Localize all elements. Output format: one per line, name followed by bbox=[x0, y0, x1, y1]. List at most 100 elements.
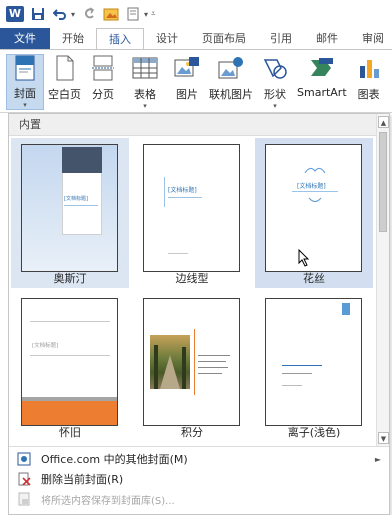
title-rule bbox=[64, 205, 98, 206]
cover-label: 怀旧 bbox=[59, 426, 81, 439]
cover-label: 边线型 bbox=[175, 272, 209, 285]
cover-filigree[interactable]: [文档标题] 花丝 bbox=[255, 138, 373, 288]
blank-page-button[interactable]: 空白页 bbox=[44, 54, 85, 110]
ribbon-insert: 封面 ▾ 空白页 分页 表格 ▾ 图片 联机图片 形状 ▾ SmartArt 图… bbox=[0, 49, 392, 113]
cover-banner bbox=[62, 147, 102, 173]
chevron-down-icon: ▾ bbox=[273, 102, 277, 110]
smartart-icon bbox=[308, 54, 336, 82]
online-picture-label: 联机图片 bbox=[209, 88, 253, 101]
blank-page-label: 空白页 bbox=[48, 88, 81, 101]
quick-access-toolbar: W ▾ ▾ ⩡ bbox=[0, 0, 392, 28]
text-rule bbox=[198, 367, 228, 368]
blank-page-icon bbox=[51, 54, 79, 82]
more-covers-label: Office.com 中的其他封面(M) bbox=[41, 453, 188, 466]
year-tab bbox=[342, 303, 350, 315]
scroll-down-icon[interactable]: ▼ bbox=[378, 432, 389, 444]
cover-title: [文档标题] bbox=[168, 187, 197, 194]
cover-title: [文档标题] bbox=[32, 343, 59, 349]
gallery-grid: [文档标题] 奥斯汀 [文档标题] 边线型 [文档标题] 花丝 [文档标题] 怀… bbox=[9, 136, 377, 446]
footer-rule bbox=[168, 253, 188, 254]
customize-icon[interactable]: ⩡ bbox=[151, 9, 156, 19]
text-rule bbox=[198, 361, 226, 362]
shapes-label: 形状 bbox=[264, 88, 286, 101]
gallery-scrollbar[interactable]: ▲ ▼ bbox=[376, 114, 389, 446]
cover-thumbnail: [文档标题] bbox=[265, 144, 362, 272]
save-icon[interactable] bbox=[30, 6, 46, 22]
scroll-thumb[interactable] bbox=[379, 132, 387, 232]
chevron-down-icon: ▾ bbox=[143, 102, 147, 110]
save-selection-to-gallery[interactable]: 将所选内容保存到封面库(S)... bbox=[9, 489, 389, 509]
title-rule bbox=[292, 191, 338, 192]
tab-mailings[interactable]: 邮件 bbox=[304, 28, 350, 50]
cover-sideline[interactable]: [文档标题] 边线型 bbox=[133, 138, 251, 288]
page-break-button[interactable]: 分页 bbox=[85, 54, 121, 110]
redo-icon[interactable] bbox=[81, 6, 97, 22]
cover-label: 奥斯汀 bbox=[53, 272, 87, 285]
ribbon-tabs: 文件 开始 插入 设计 页面布局 引用 邮件 审阅 bbox=[0, 28, 392, 50]
chevron-down-icon: ▾ bbox=[23, 101, 27, 109]
table-label: 表格 bbox=[134, 88, 156, 101]
screenshot-button[interactable]: 屏 bbox=[387, 54, 392, 110]
top-rule bbox=[30, 321, 110, 322]
office-online-icon bbox=[17, 452, 31, 466]
page-break-icon bbox=[89, 54, 117, 82]
cover-ion-light[interactable]: 离子(浅色) bbox=[255, 292, 373, 442]
remove-cover-label: 删除当前封面(R) bbox=[41, 473, 124, 486]
mid-rule bbox=[30, 355, 110, 356]
table-button[interactable]: 表格 ▾ bbox=[127, 54, 163, 110]
tab-page-layout[interactable]: 页面布局 bbox=[190, 28, 258, 50]
tab-design[interactable]: 设计 bbox=[144, 28, 190, 50]
side-rule bbox=[164, 177, 165, 207]
cover-retrospect[interactable]: [文档标题] 怀旧 bbox=[11, 292, 129, 442]
cover-title: [文档标题] bbox=[64, 196, 88, 202]
picture-icon bbox=[173, 54, 201, 82]
tab-review[interactable]: 审阅 bbox=[350, 28, 392, 50]
cover-integral[interactable]: 积分 bbox=[133, 292, 251, 442]
undo-icon[interactable] bbox=[52, 6, 68, 22]
cover-label: 积分 bbox=[181, 426, 203, 439]
text-rule bbox=[198, 355, 230, 356]
tab-home[interactable]: 开始 bbox=[50, 28, 96, 50]
picture-button[interactable]: 图片 bbox=[169, 54, 205, 110]
scroll-up-icon[interactable]: ▲ bbox=[378, 116, 389, 128]
cover-label: 离子(浅色) bbox=[287, 426, 341, 439]
insert-picture-icon[interactable] bbox=[103, 6, 119, 22]
online-picture-button[interactable]: 联机图片 bbox=[205, 54, 257, 110]
save-to-gallery-icon bbox=[17, 492, 31, 506]
gallery-section-header: 内置 bbox=[9, 114, 377, 136]
mouse-cursor-icon bbox=[298, 249, 310, 267]
cover-page-icon bbox=[11, 55, 39, 81]
cover-page-gallery: 内置 ▲ ▼ [文档标题] 奥斯汀 [文档标题] 边线型 [文档标题] 花丝 [… bbox=[8, 113, 390, 515]
ornament-icon bbox=[308, 197, 322, 202]
undo-dropdown-icon[interactable]: ▾ bbox=[71, 10, 75, 19]
shapes-button[interactable]: 形状 ▾ bbox=[257, 54, 293, 110]
ornament-icon bbox=[304, 167, 326, 174]
cover-title: [文档标题] bbox=[297, 183, 326, 190]
cover-thumbnail: [文档标题] bbox=[21, 298, 118, 426]
title-rule bbox=[168, 197, 202, 198]
remove-cover-icon bbox=[17, 472, 31, 486]
cover-page-button[interactable]: 封面 ▾ bbox=[6, 54, 44, 110]
tab-insert[interactable]: 插入 bbox=[96, 28, 144, 50]
remove-cover-page[interactable]: 删除当前封面(R) bbox=[9, 469, 389, 489]
cover-label: 花丝 bbox=[303, 272, 325, 285]
document-icon[interactable] bbox=[125, 6, 141, 22]
document-dropdown-icon[interactable]: ▾ bbox=[144, 10, 148, 19]
cover-austin[interactable]: [文档标题] 奥斯汀 bbox=[11, 138, 129, 288]
chart-label: 图表 bbox=[357, 88, 380, 101]
chart-button[interactable]: 图表 bbox=[351, 54, 387, 110]
tab-file[interactable]: 文件 bbox=[0, 28, 50, 50]
picture-label: 图片 bbox=[176, 88, 198, 101]
orange-band bbox=[22, 401, 117, 425]
tab-references[interactable]: 引用 bbox=[258, 28, 304, 50]
save-selection-label: 将所选内容保存到封面库(S)... bbox=[41, 495, 175, 507]
cover-page-label: 封面 bbox=[14, 87, 36, 100]
smartart-button[interactable]: SmartArt bbox=[293, 54, 351, 110]
more-covers-office-com[interactable]: Office.com 中的其他封面(M) ► bbox=[9, 449, 389, 469]
word-logo-icon: W bbox=[6, 6, 24, 22]
online-picture-icon bbox=[217, 54, 245, 82]
cover-thumbnail bbox=[265, 298, 362, 426]
submenu-arrow-icon: ► bbox=[374, 454, 381, 464]
smartart-label: SmartArt bbox=[297, 86, 347, 99]
author-rule bbox=[282, 385, 302, 386]
